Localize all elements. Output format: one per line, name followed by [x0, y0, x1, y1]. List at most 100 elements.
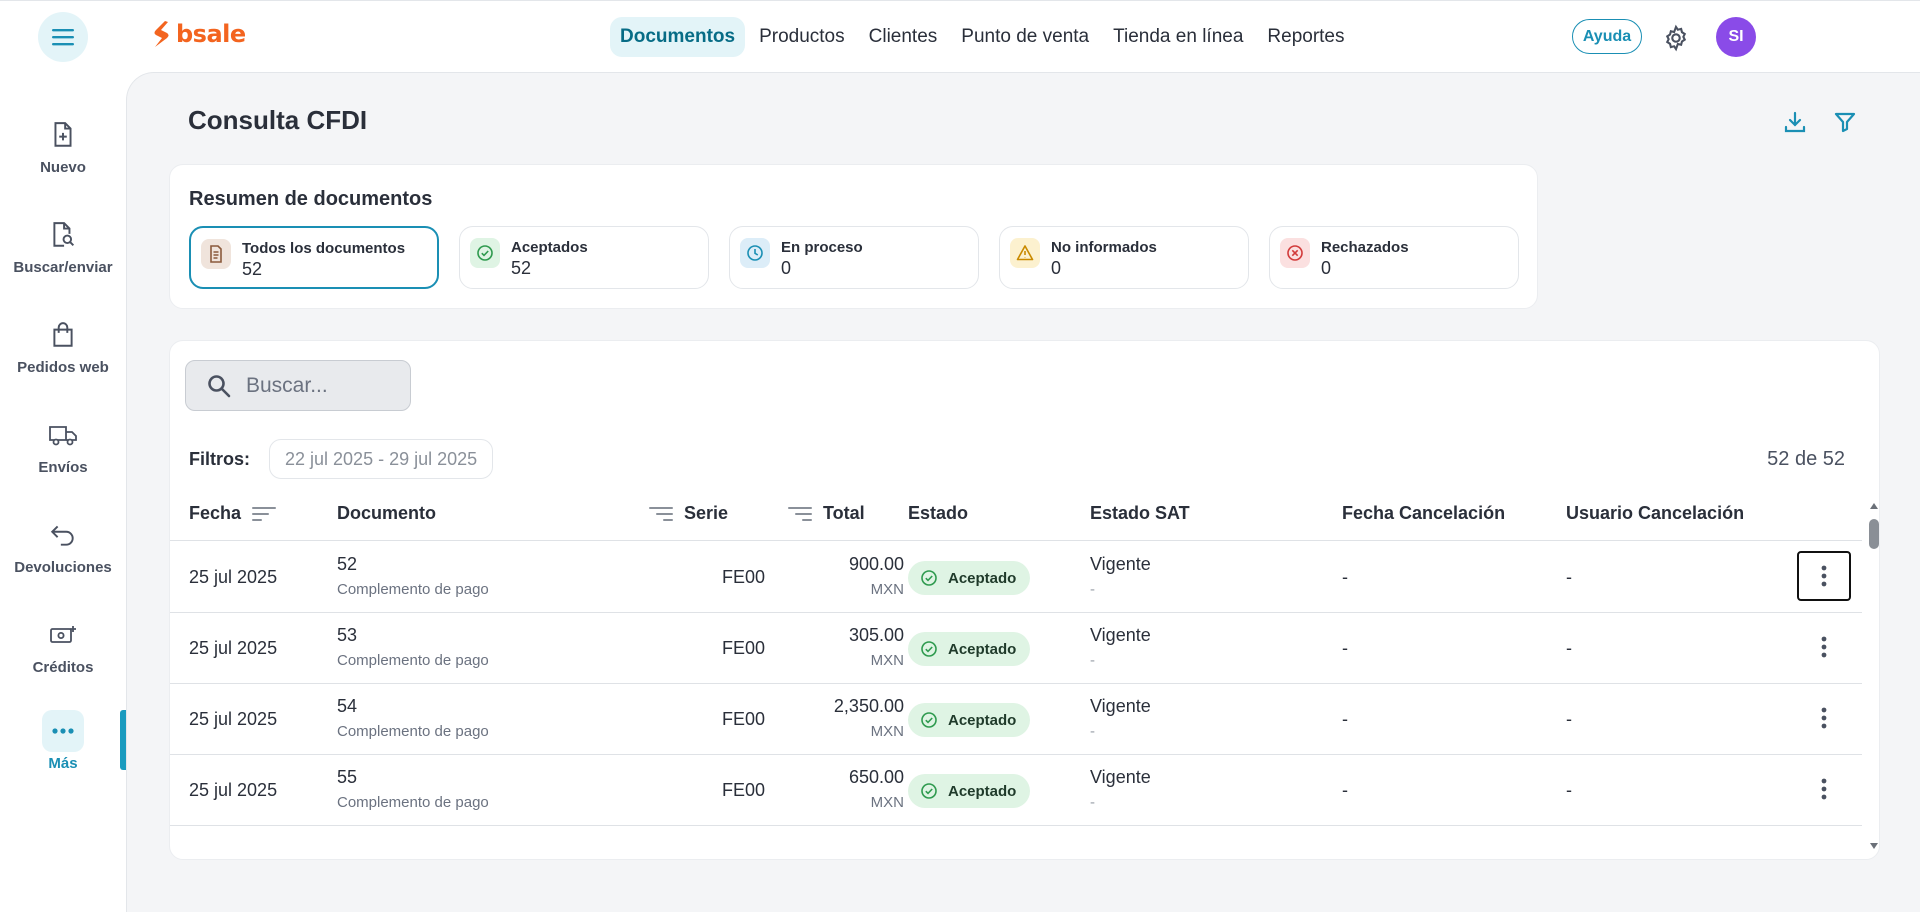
cell-total: 900.00: [848, 554, 904, 574]
cell-fecha: 25 jul 2025: [189, 567, 278, 587]
cell-serie: FE00: [721, 780, 765, 800]
nav-tab-tienda-en-linea[interactable]: Tienda en línea: [1103, 17, 1253, 57]
kebab-menu-icon: [1821, 565, 1827, 587]
cell-serie: FE00: [721, 567, 765, 587]
column-header-usuario-cancelacion: Usuario Cancelación: [1566, 503, 1745, 523]
documents-table-panel: Buscar... Filtros: 22 jul 2025 - 29 jul …: [169, 340, 1880, 860]
status-badge: Aceptado: [908, 703, 1030, 737]
hamburger-icon: [52, 29, 74, 46]
summary-panel: Resumen de documentos Todos los document…: [169, 164, 1538, 309]
page-title: Consulta CFDI: [188, 105, 368, 135]
download-button[interactable]: [1780, 107, 1810, 137]
table-scrollbar[interactable]: [1867, 501, 1879, 851]
kebab-menu-icon: [1821, 707, 1827, 729]
nav-tab-reportes[interactable]: Reportes: [1257, 17, 1354, 57]
sidebar-item-label: Devoluciones: [14, 559, 112, 576]
status-badge-label: Aceptado: [948, 640, 1017, 658]
sidebar-item-devoluciones[interactable]: Devoluciones: [0, 514, 126, 604]
column-header-estado-sat: Estado SAT: [1090, 503, 1190, 523]
cell-fecha-cancelacion: -: [1342, 638, 1348, 658]
gear-icon: [1665, 24, 1687, 52]
sort-icon[interactable]: [648, 505, 674, 523]
truck-icon: [42, 414, 84, 456]
summary-card-en-proceso[interactable]: En proceso 0: [729, 226, 979, 289]
summary-card-count: 0: [1321, 258, 1332, 278]
cash-plus-icon: [42, 614, 84, 656]
summary-card-aceptados[interactable]: Aceptados 52: [459, 226, 709, 289]
scrollbar-thumb[interactable]: [1869, 519, 1879, 549]
hamburger-menu-button[interactable]: [38, 12, 88, 62]
sort-icon[interactable]: [251, 505, 277, 523]
sidebar-item-label: Envíos: [38, 459, 88, 476]
summary-card-no-informados[interactable]: No informados 0: [999, 226, 1249, 289]
cell-estado-sat-sub: -: [1090, 652, 1095, 669]
download-icon: [1784, 111, 1806, 133]
sidebar-item-creditos[interactable]: Créditos: [0, 614, 126, 704]
cell-documento-numero: 52: [337, 554, 358, 574]
cell-usuario-cancelacion: -: [1566, 709, 1572, 729]
status-badge: Aceptado: [908, 561, 1030, 595]
column-header-serie: Serie: [648, 503, 728, 524]
cell-moneda: MXN: [870, 794, 904, 811]
row-actions-button[interactable]: [1797, 551, 1851, 601]
row-actions-button[interactable]: [1797, 693, 1851, 743]
summary-card-label: No informados: [1051, 239, 1157, 256]
date-range-filter-chip[interactable]: 22 jul 2025 - 29 jul 2025: [269, 439, 494, 479]
summary-card-label: Aceptados: [511, 239, 588, 256]
sort-icon[interactable]: [787, 505, 813, 523]
nav-tab-productos[interactable]: Productos: [749, 17, 855, 57]
results-count: 52 de 52: [1767, 448, 1845, 470]
kebab-menu-icon: [1821, 636, 1827, 658]
check-circle-icon: [921, 783, 937, 799]
logo-text: bsale: [176, 20, 246, 48]
sidebar-item-pedidos-web[interactable]: Pedidos web: [0, 314, 126, 404]
scroll-up-arrow-icon[interactable]: [1869, 501, 1879, 511]
bsale-logo[interactable]: bsale: [152, 20, 246, 48]
cell-fecha: 25 jul 2025: [189, 780, 278, 800]
summary-card-todos[interactable]: Todos los documentos 52: [189, 226, 439, 289]
table-row[interactable]: 25 jul 2025 54 Complemento de pago FE00 …: [170, 684, 1862, 755]
cell-total: 2,350.00: [833, 696, 904, 716]
table-row[interactable]: 25 jul 2025 53 Complemento de pago FE00 …: [170, 613, 1862, 684]
summary-title: Resumen de documentos: [189, 188, 433, 210]
table-row[interactable]: 25 jul 2025 52 Complemento de pago FE00 …: [170, 542, 1862, 613]
status-badge-label: Aceptado: [948, 782, 1017, 800]
scroll-down-arrow-icon[interactable]: [1869, 841, 1879, 851]
sidebar-item-envios[interactable]: Envíos: [0, 414, 126, 504]
cell-estado-sat-sub: -: [1090, 723, 1095, 740]
table-row[interactable]: 25 jul 2025 55 Complemento de pago FE00 …: [170, 755, 1862, 826]
top-bar: bsale Documentos Productos Clientes Punt…: [0, 0, 1920, 72]
document-icon: [201, 239, 231, 269]
search-input[interactable]: Buscar...: [185, 360, 411, 411]
nav-tab-clientes[interactable]: Clientes: [859, 17, 948, 57]
sidebar-item-mas[interactable]: Más: [0, 710, 126, 800]
status-badge: Aceptado: [908, 774, 1030, 808]
sidebar-item-label: Pedidos web: [17, 359, 109, 376]
user-avatar[interactable]: SI: [1716, 17, 1756, 57]
more-dots-icon: [42, 710, 84, 752]
sidebar-item-nuevo[interactable]: Nuevo: [0, 114, 126, 204]
sidebar-item-label: Más: [48, 755, 78, 772]
nav-tab-punto-de-venta[interactable]: Punto de venta: [951, 17, 1099, 57]
summary-card-label: En proceso: [781, 239, 863, 256]
cell-usuario-cancelacion: -: [1566, 780, 1572, 800]
help-button[interactable]: Ayuda: [1572, 19, 1642, 54]
nav-tab-documentos[interactable]: Documentos: [610, 17, 746, 57]
row-actions-button[interactable]: [1797, 622, 1851, 672]
summary-card-count: 52: [242, 259, 263, 279]
cell-fecha: 25 jul 2025: [189, 638, 278, 658]
check-circle-icon: [470, 238, 500, 268]
row-actions-button[interactable]: [1797, 764, 1851, 814]
table-header: Fecha Documento Serie Total Estado Estad…: [170, 486, 1862, 541]
settings-button[interactable]: [1660, 22, 1692, 54]
summary-card-rechazados[interactable]: Rechazados 0: [1269, 226, 1519, 289]
cell-estado-sat-sub: -: [1090, 581, 1095, 598]
cell-fecha: 25 jul 2025: [189, 709, 278, 729]
search-icon: [208, 374, 231, 397]
cell-documento-tipo: Complemento de pago: [337, 723, 489, 740]
sidebar-item-buscar-enviar[interactable]: Buscar/enviar: [0, 214, 126, 304]
bsale-logo-mark-icon: [154, 21, 169, 47]
filter-button[interactable]: [1830, 107, 1860, 137]
warning-icon: [1010, 238, 1040, 268]
cell-estado-sat: Vigente: [1090, 696, 1151, 716]
